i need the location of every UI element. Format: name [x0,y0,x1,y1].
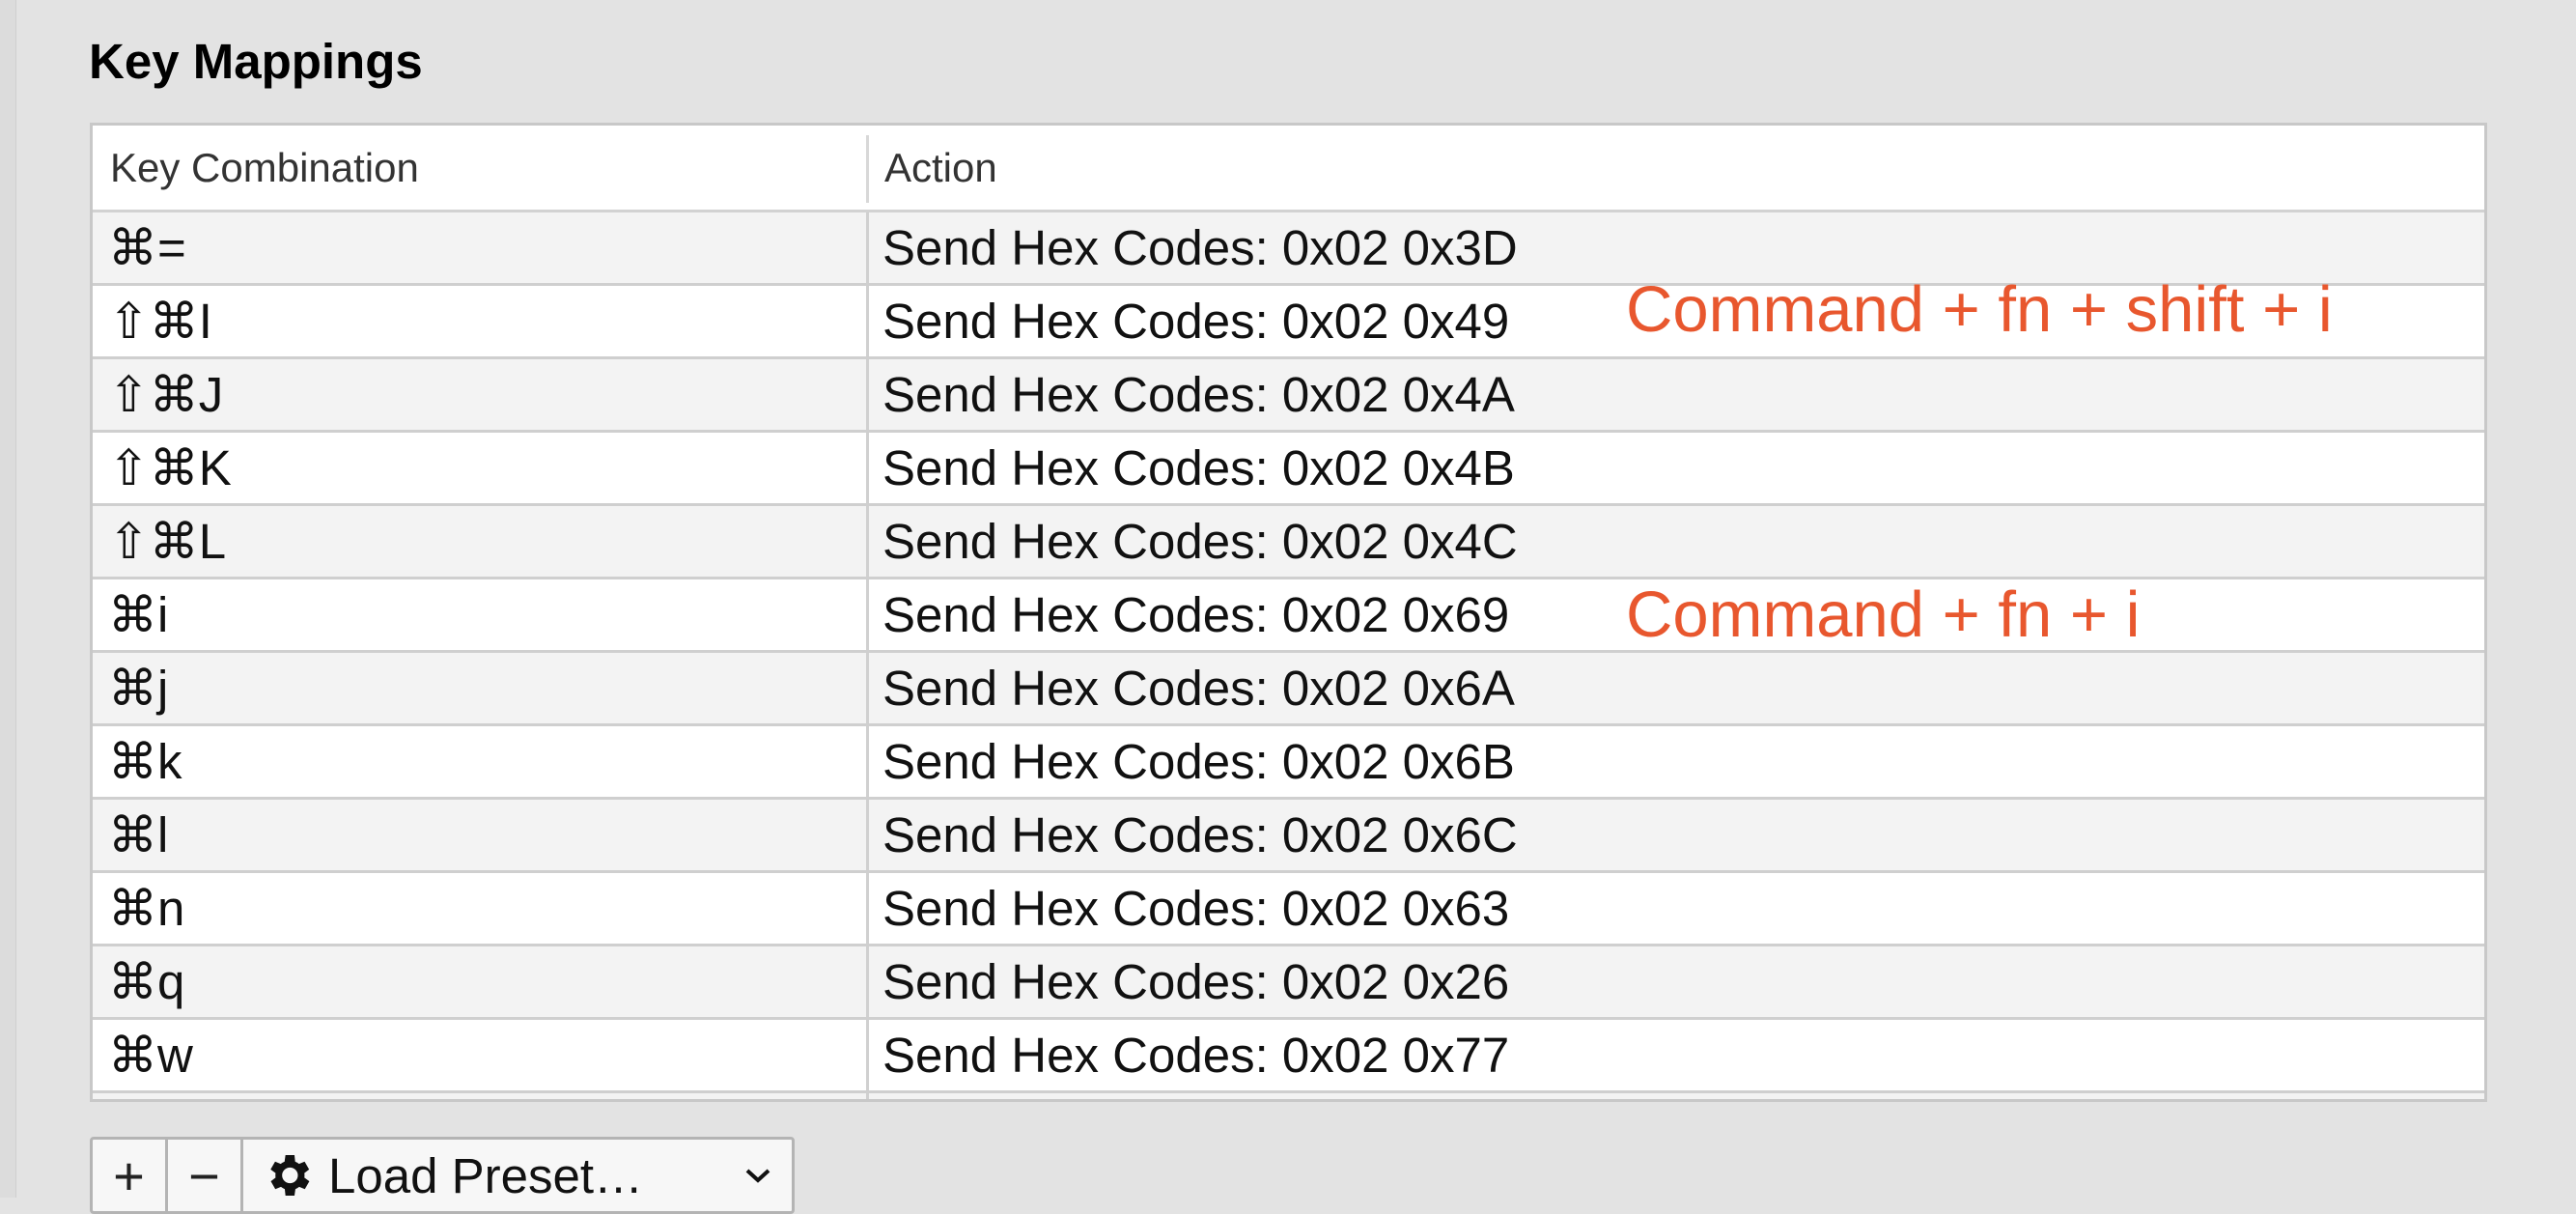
load-preset-dropdown[interactable]: Load Preset… [243,1140,792,1211]
column-header-action[interactable]: Action [884,126,997,210]
key-combination-cell: ⌘l [108,807,169,862]
action-cell: Send Hex Codes: 0x02 0x6B [882,734,1515,789]
column-divider [866,506,869,577]
remove-mapping-button[interactable]: − [168,1140,243,1211]
column-divider [866,800,869,870]
table-row[interactable]: ⌘w Send Hex Codes: 0x02 0x77 [93,1020,2484,1093]
column-divider [866,212,869,283]
action-cell: Send Hex Codes: 0x02 0x63 [882,881,1510,936]
column-divider [866,433,869,503]
column-divider [866,1093,869,1099]
key-combination-cell: ⇧⌘I [108,294,212,349]
key-combination-cell: ⌘q [108,954,185,1009]
column-divider [866,286,869,356]
section-title: Key Mappings [89,34,423,89]
window-edge [0,0,16,1198]
key-combination-cell: ⇧⌘K [108,440,232,495]
key-combination-cell: ⌘k [108,734,182,789]
key-combination-cell: ⌘w [108,1028,193,1083]
key-combination-cell: ⌘i [108,587,169,642]
column-divider [866,579,869,650]
action-cell: Send Hex Codes: 0x02 0x3D [882,220,1518,275]
column-divider [866,1020,869,1090]
key-combination-cell: ⌘= [108,220,186,275]
column-divider [866,653,869,723]
column-header-key-combination[interactable]: Key Combination [110,126,419,210]
action-cell: Send Hex Codes: 0x02 0x69 [882,587,1510,642]
table-row[interactable]: ⌘l Send Hex Codes: 0x02 0x6C [93,800,2484,873]
action-cell: Send Hex Codes: 0x02 0x49 [882,294,1510,349]
table-row[interactable]: ⌘k Send Hex Codes: 0x02 0x6B [93,726,2484,800]
column-divider [866,946,869,1017]
action-cell: Send Hex Codes: 0x02 0x77 [882,1028,1510,1083]
table-row[interactable]: ⌘n Send Hex Codes: 0x02 0x63 [93,873,2484,946]
key-mappings-table[interactable]: Key Combination Action ⌘= Send Hex Codes… [90,123,2487,1102]
action-cell: Send Hex Codes: 0x02 0x4C [882,514,1518,569]
column-divider [866,359,869,430]
key-combination-cell: ⌘j [108,661,169,716]
key-combination-cell: ⇧⌘L [108,514,227,569]
key-combination-cell: ⌘n [108,881,185,936]
table-row[interactable]: ⌘q Send Hex Codes: 0x02 0x26 [93,946,2484,1020]
table-header: Key Combination Action [93,126,2484,212]
table-row[interactable]: ⇧⌘L Send Hex Codes: 0x02 0x4C [93,506,2484,579]
action-cell: Send Hex Codes: 0x02 0x6C [882,807,1518,862]
column-divider [866,873,869,944]
table-toolbar: + − Load Preset… [90,1137,795,1214]
add-mapping-button[interactable]: + [93,1140,168,1211]
load-preset-label: Load Preset… [328,1147,644,1203]
action-cell: Send Hex Codes: 0x02 0x6A [882,661,1515,716]
action-cell: Send Hex Codes: 0x02 0x26 [882,954,1510,1009]
table-row[interactable]: ⌘j Send Hex Codes: 0x02 0x6A [93,653,2484,726]
key-combination-cell: ⇧⌘J [108,367,224,422]
chevron-down-icon [743,1166,772,1185]
column-divider[interactable] [866,135,869,203]
table-row[interactable]: ⇧⌘K Send Hex Codes: 0x02 0x4B [93,433,2484,506]
annotation-note: Command + fn + i [1626,579,2141,651]
table-row[interactable]: ⇧⌘I Send Hex Codes: 0x02 0x49 Command + … [93,274,2484,359]
action-cell: Send Hex Codes: 0x02 0x4A [882,367,1515,422]
action-cell: Send Hex Codes: 0x02 0x4B [882,440,1515,495]
annotation-note: Command + fn + shift + i [1626,273,2333,346]
table-row[interactable]: ⇧⌘J Send Hex Codes: 0x02 0x4A [93,359,2484,433]
gear-icon [261,1148,315,1202]
table-row[interactable]: ⌘i Send Hex Codes: 0x02 0x69 Command + f… [93,579,2484,653]
table-body: ⌘= Send Hex Codes: 0x02 0x3D ⇧⌘I Send He… [93,212,2484,1099]
column-divider [866,726,869,797]
table-row-partial[interactable] [93,1093,2484,1099]
